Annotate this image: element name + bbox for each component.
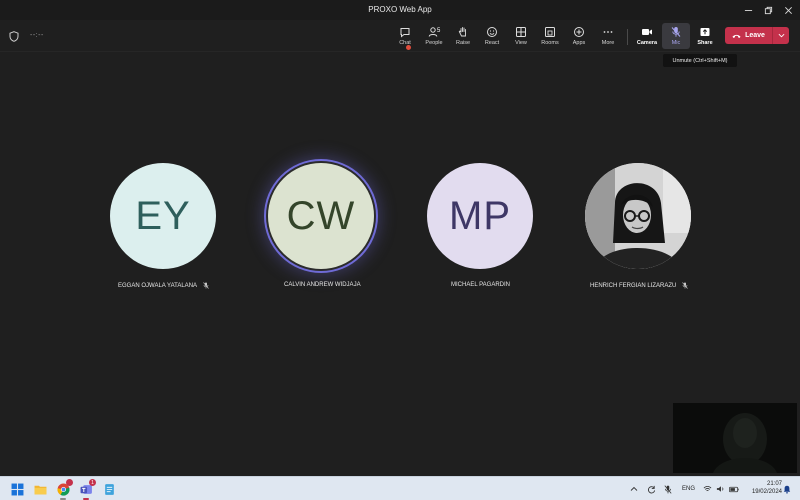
close-button[interactable] bbox=[776, 0, 800, 20]
leave-button-group: Leave bbox=[725, 27, 789, 44]
camera-label: Camera bbox=[636, 40, 658, 46]
leave-options-button[interactable] bbox=[773, 27, 789, 44]
taskbar-chrome[interactable] bbox=[55, 479, 73, 500]
more-label: More bbox=[601, 40, 615, 46]
apps-button[interactable]: Apps bbox=[565, 23, 593, 49]
participant-name: MICHAEL PAGARDIN bbox=[451, 282, 511, 288]
participant-avatar-hf[interactable] bbox=[585, 163, 691, 269]
sync-icon[interactable] bbox=[647, 485, 656, 494]
meeting-toolbar: --:-- Chat People 5 Raise React View Roo… bbox=[0, 20, 800, 52]
react-button[interactable]: React bbox=[478, 23, 506, 49]
battery-icon[interactable] bbox=[729, 486, 739, 493]
participant-name: EGGAN OJWALA YATALANA bbox=[118, 282, 198, 289]
shield-icon bbox=[9, 31, 19, 42]
os-taskbar: 1 ENG 21:07 19/02/2024 bbox=[0, 476, 800, 500]
participant-avatar-mp[interactable]: MP bbox=[427, 163, 533, 269]
people-count: 5 bbox=[437, 28, 441, 34]
rooms-label: Rooms bbox=[541, 40, 559, 46]
share-label: Share bbox=[697, 40, 713, 46]
people-button[interactable]: People bbox=[420, 23, 448, 49]
rooms-button[interactable]: Rooms bbox=[536, 23, 564, 49]
notepad-icon bbox=[104, 483, 114, 495]
participant-avatar-cw[interactable]: CW bbox=[268, 163, 374, 269]
mic-button[interactable]: Mic bbox=[662, 23, 690, 49]
view-icon bbox=[516, 27, 526, 37]
chat-icon bbox=[400, 28, 410, 38]
mic-tooltip: Unmute (Ctrl+Shift+M) bbox=[663, 54, 737, 67]
mic-muted-icon bbox=[682, 282, 689, 289]
mic-off-icon bbox=[671, 27, 681, 37]
mic-muted-tray-icon[interactable] bbox=[664, 484, 672, 494]
camera-button[interactable]: Camera bbox=[633, 23, 661, 49]
app-window: PROXO Web App --:-- Chat People 5 Raise bbox=[0, 0, 800, 500]
more-button[interactable]: More bbox=[594, 23, 622, 49]
participant-name-row: MICHAEL PAGARDIN bbox=[451, 282, 510, 288]
system-clock[interactable]: 21:07 19/02/2024 bbox=[742, 480, 782, 496]
chat-notification-dot bbox=[406, 45, 411, 50]
avatar-initials: MP bbox=[449, 193, 511, 238]
volume-icon[interactable] bbox=[716, 485, 725, 493]
camera-icon bbox=[642, 29, 652, 35]
taskbar-file-explorer[interactable] bbox=[32, 481, 48, 497]
share-icon bbox=[700, 28, 710, 36]
system-tray: ENG bbox=[630, 477, 739, 500]
close-icon bbox=[784, 6, 792, 14]
chrome-badge bbox=[66, 479, 73, 486]
clock-time: 21:07 bbox=[766, 481, 782, 487]
participant-name-row: EGGAN OJWALA YATALANA bbox=[118, 282, 209, 289]
more-icon bbox=[603, 31, 613, 33]
folder-icon bbox=[34, 485, 46, 494]
share-button[interactable]: Share bbox=[691, 23, 719, 49]
participant-name: HENRICH FERGIAN LIZARAZU bbox=[590, 282, 677, 289]
people-label: People bbox=[425, 40, 443, 46]
chat-button[interactable]: Chat bbox=[391, 23, 419, 49]
participant-photo bbox=[585, 163, 691, 269]
restore-icon bbox=[764, 6, 772, 14]
avatar-initials: CW bbox=[286, 193, 356, 238]
raise-hand-button[interactable]: Raise bbox=[449, 23, 477, 49]
react-label: React bbox=[484, 40, 500, 46]
leave-label: Leave bbox=[745, 32, 765, 39]
wifi-icon[interactable] bbox=[703, 485, 712, 493]
start-button[interactable] bbox=[9, 481, 25, 497]
chevron-up-icon[interactable] bbox=[630, 486, 638, 492]
view-button[interactable]: View bbox=[507, 23, 535, 49]
mic-muted-icon bbox=[203, 282, 209, 289]
participant-avatar-ey[interactable]: EY bbox=[110, 163, 216, 269]
window-title: PROXO Web App bbox=[368, 5, 432, 14]
taskbar-teams[interactable]: 1 bbox=[78, 479, 96, 500]
raise-hand-icon bbox=[458, 27, 466, 37]
view-label: View bbox=[515, 40, 527, 46]
avatar-initials: EY bbox=[135, 193, 191, 238]
notification-bell-icon[interactable] bbox=[783, 485, 791, 494]
meeting-timer: --:-- bbox=[30, 32, 44, 39]
apps-label: Apps bbox=[572, 40, 586, 46]
participant-name-row: CALVIN ANDREW WIDJAJA bbox=[284, 282, 361, 288]
rooms-icon bbox=[545, 27, 555, 37]
title-bar: PROXO Web App bbox=[0, 0, 800, 20]
participant-name-row: HENRICH FERGIAN LIZARAZU bbox=[590, 282, 689, 289]
participant-name: CALVIN ANDREW WIDJAJA bbox=[284, 282, 361, 288]
react-icon bbox=[487, 27, 497, 37]
mic-label: Mic bbox=[671, 40, 681, 46]
phone-hangup-icon bbox=[732, 34, 741, 38]
taskbar-app[interactable] bbox=[101, 481, 117, 497]
language-indicator[interactable]: ENG bbox=[682, 486, 695, 492]
toolbar-divider bbox=[627, 29, 628, 45]
windows-start-icon bbox=[11, 483, 23, 495]
self-view-feed bbox=[673, 403, 797, 473]
minimize-icon bbox=[744, 9, 752, 11]
raise-label: Raise bbox=[455, 40, 471, 46]
teams-badge: 1 bbox=[89, 479, 96, 486]
clock-date: 19/02/2024 bbox=[751, 489, 782, 495]
chevron-down-icon bbox=[778, 33, 784, 38]
apps-icon bbox=[574, 27, 584, 37]
self-view-video[interactable] bbox=[673, 403, 797, 473]
leave-button[interactable]: Leave bbox=[725, 27, 773, 44]
